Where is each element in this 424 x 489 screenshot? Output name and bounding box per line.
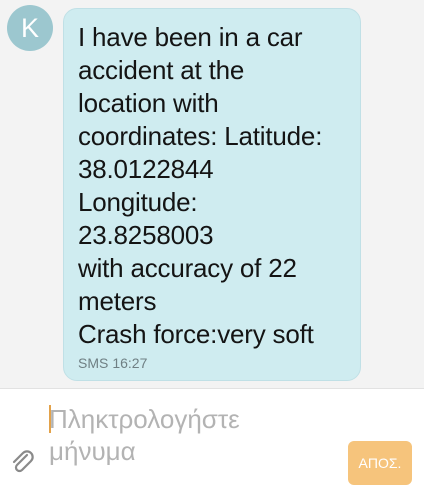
send-button[interactable]: ΑΠΟΣ.: [348, 441, 412, 485]
message-text: I have been in a car accident at the loc…: [78, 22, 323, 349]
message-bubble[interactable]: I have been in a car accident at the loc…: [63, 8, 361, 381]
composer-bar: Πληκτρολογήστε μήνυμα ΑΠΟΣ.: [0, 388, 424, 489]
message-type-label: SMS: [78, 355, 109, 371]
conversation-view: K I have been in a car accident at the l…: [0, 0, 424, 388]
message-time: 16:27: [112, 355, 148, 371]
text-cursor: [49, 405, 51, 433]
message-meta: SMS 16:27: [78, 355, 151, 371]
paperclip-icon[interactable]: [8, 447, 38, 477]
message-input[interactable]: Πληκτρολογήστε μήνυμα: [49, 403, 329, 483]
contact-avatar[interactable]: K: [7, 5, 53, 51]
